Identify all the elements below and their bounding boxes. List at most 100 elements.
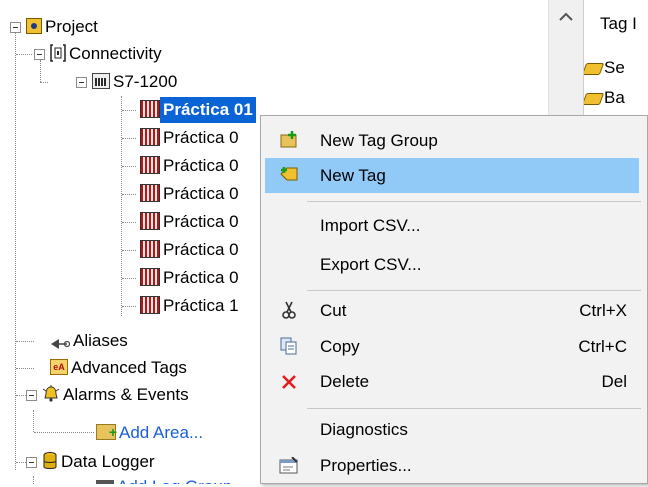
menu-item-cut[interactable]: Cut Ctrl+X <box>265 293 647 328</box>
scroll-up-button[interactable] <box>549 0 583 36</box>
tree-item-label: S7-1200 <box>113 72 178 91</box>
menu-item-properties[interactable]: Properties... <box>265 448 647 483</box>
menu-item-label: New Tag Group <box>320 131 438 150</box>
tree-item-group[interactable]: Práctica 01 <box>140 97 256 123</box>
menu-item-diagnostics[interactable]: Diagnostics <box>265 412 647 447</box>
collapse-toggle[interactable] <box>26 390 37 401</box>
menu-separator <box>307 290 641 291</box>
tree-line <box>122 222 136 223</box>
tree-item-label: Add Area... <box>119 423 204 442</box>
scissors-icon <box>277 293 301 328</box>
menu-item-import-csv[interactable]: Import CSV... <box>265 208 647 243</box>
menu-separator <box>307 408 641 409</box>
tree-item-device[interactable]: S7-1200 <box>92 69 180 95</box>
tree-item-label: Práctica 0 <box>163 184 239 203</box>
menu-item-shortcut: Ctrl+C <box>578 337 627 356</box>
tree-line <box>33 476 34 484</box>
tree-line <box>34 432 94 433</box>
menu-item-label: Diagnostics <box>320 420 408 439</box>
tag-icon <box>584 92 605 105</box>
tree-line <box>122 278 136 279</box>
tree-line <box>122 250 136 251</box>
tree-item-label: Aliases <box>73 331 128 350</box>
advanced-tags-icon: eA <box>50 359 68 376</box>
tag-group-icon <box>140 296 160 315</box>
tree-item-project[interactable]: Project <box>26 14 101 40</box>
menu-item-export-csv[interactable]: Export CSV... <box>265 247 647 282</box>
tree-item-label: Práctica 0 <box>163 156 239 175</box>
tree-item-label: Práctica 01 <box>160 97 256 123</box>
context-menu[interactable]: New Tag Group New Tag Import CSV... Expo… <box>260 115 648 484</box>
tree-line <box>40 82 48 83</box>
new-tag-group-icon <box>277 123 301 158</box>
aliases-icon <box>50 333 71 350</box>
tag-label: Se <box>604 58 625 77</box>
menu-item-shortcut: Ctrl+X <box>579 301 627 320</box>
log-group-icon <box>96 479 114 484</box>
tree-item-advanced-tags[interactable]: eA Advanced Tags <box>50 355 190 381</box>
tree-item-alarms-events[interactable]: Alarms & Events <box>42 382 192 408</box>
delete-x-icon <box>277 364 301 399</box>
menu-item-delete[interactable]: Delete Del <box>265 364 647 399</box>
menu-item-shortcut: Del <box>601 372 627 391</box>
alarm-bell-icon <box>42 384 60 403</box>
column-header-tag[interactable]: Tag I <box>600 14 637 34</box>
tree-item-label: Add Log Group <box>114 474 235 484</box>
tree-line <box>122 166 136 167</box>
tree-line <box>122 194 136 195</box>
collapse-toggle[interactable] <box>10 22 21 33</box>
tree-line <box>122 138 136 139</box>
tree-item-data-logger[interactable]: Data Logger <box>42 449 158 475</box>
tree-item-label: Práctica 0 <box>163 212 239 231</box>
connectivity-icon <box>50 44 66 62</box>
tag-group-icon <box>140 184 160 203</box>
plc-device-icon <box>92 73 110 90</box>
tree-item-label: Práctica 0 <box>163 128 239 147</box>
database-icon <box>42 451 58 470</box>
tree-item-connectivity[interactable]: Connectivity <box>50 41 165 67</box>
tag-group-icon <box>140 128 160 147</box>
tree-line <box>15 30 16 470</box>
menu-item-label: Properties... <box>320 456 412 475</box>
tree-line <box>16 395 26 396</box>
tree-line <box>16 54 32 55</box>
tree-item-group[interactable]: Práctica 0 <box>140 181 242 207</box>
menu-item-copy[interactable]: Copy Ctrl+C <box>265 329 647 364</box>
tree-item-label: Práctica 0 <box>163 268 239 287</box>
tag-group-icon <box>140 240 160 259</box>
tree-item-group[interactable]: Práctica 1 <box>140 293 242 319</box>
menu-item-label: Cut <box>320 301 347 320</box>
tree-item-group[interactable]: Práctica 0 <box>140 125 242 151</box>
tree-item-aliases[interactable]: Aliases <box>50 328 131 354</box>
new-tag-icon <box>277 158 301 193</box>
menu-separator <box>307 201 641 202</box>
tree-line <box>16 341 34 342</box>
tree-item-group[interactable]: Práctica 0 <box>140 265 242 291</box>
tree-item-add-log-group[interactable]: Add Log Group <box>96 474 235 484</box>
tree-item-group[interactable]: Práctica 0 <box>140 209 242 235</box>
tree-item-label: Project <box>45 17 98 36</box>
collapse-toggle[interactable] <box>76 77 87 88</box>
tree-item-label: Advanced Tags <box>71 358 187 377</box>
tree-item-label: Práctica 1 <box>163 296 239 315</box>
tag-row[interactable]: Ba <box>584 86 625 110</box>
tree-item-group[interactable]: Práctica 0 <box>140 153 242 179</box>
tree-item-add-area[interactable]: Add Area... <box>96 419 206 446</box>
menu-item-label: Copy <box>320 337 360 356</box>
menu-item-new-tag-group[interactable]: New Tag Group <box>265 123 647 158</box>
tree-item-label: Data Logger <box>61 452 155 471</box>
tree-line <box>16 368 34 369</box>
tree-line <box>121 96 122 316</box>
copy-icon <box>277 329 301 364</box>
menu-item-new-tag[interactable]: New Tag <box>265 158 639 193</box>
collapse-toggle[interactable] <box>26 457 37 468</box>
tag-row[interactable]: Se <box>584 56 625 80</box>
chevron-up-icon <box>559 12 573 21</box>
tag-group-icon <box>140 156 160 175</box>
tree-item-group[interactable]: Práctica 0 <box>140 237 242 263</box>
tree-item-label: Alarms & Events <box>63 385 189 404</box>
collapse-toggle[interactable] <box>34 49 45 60</box>
tag-group-icon <box>140 212 160 231</box>
tree-item-label: Connectivity <box>69 44 162 63</box>
menu-item-label: Import CSV... <box>320 216 421 235</box>
